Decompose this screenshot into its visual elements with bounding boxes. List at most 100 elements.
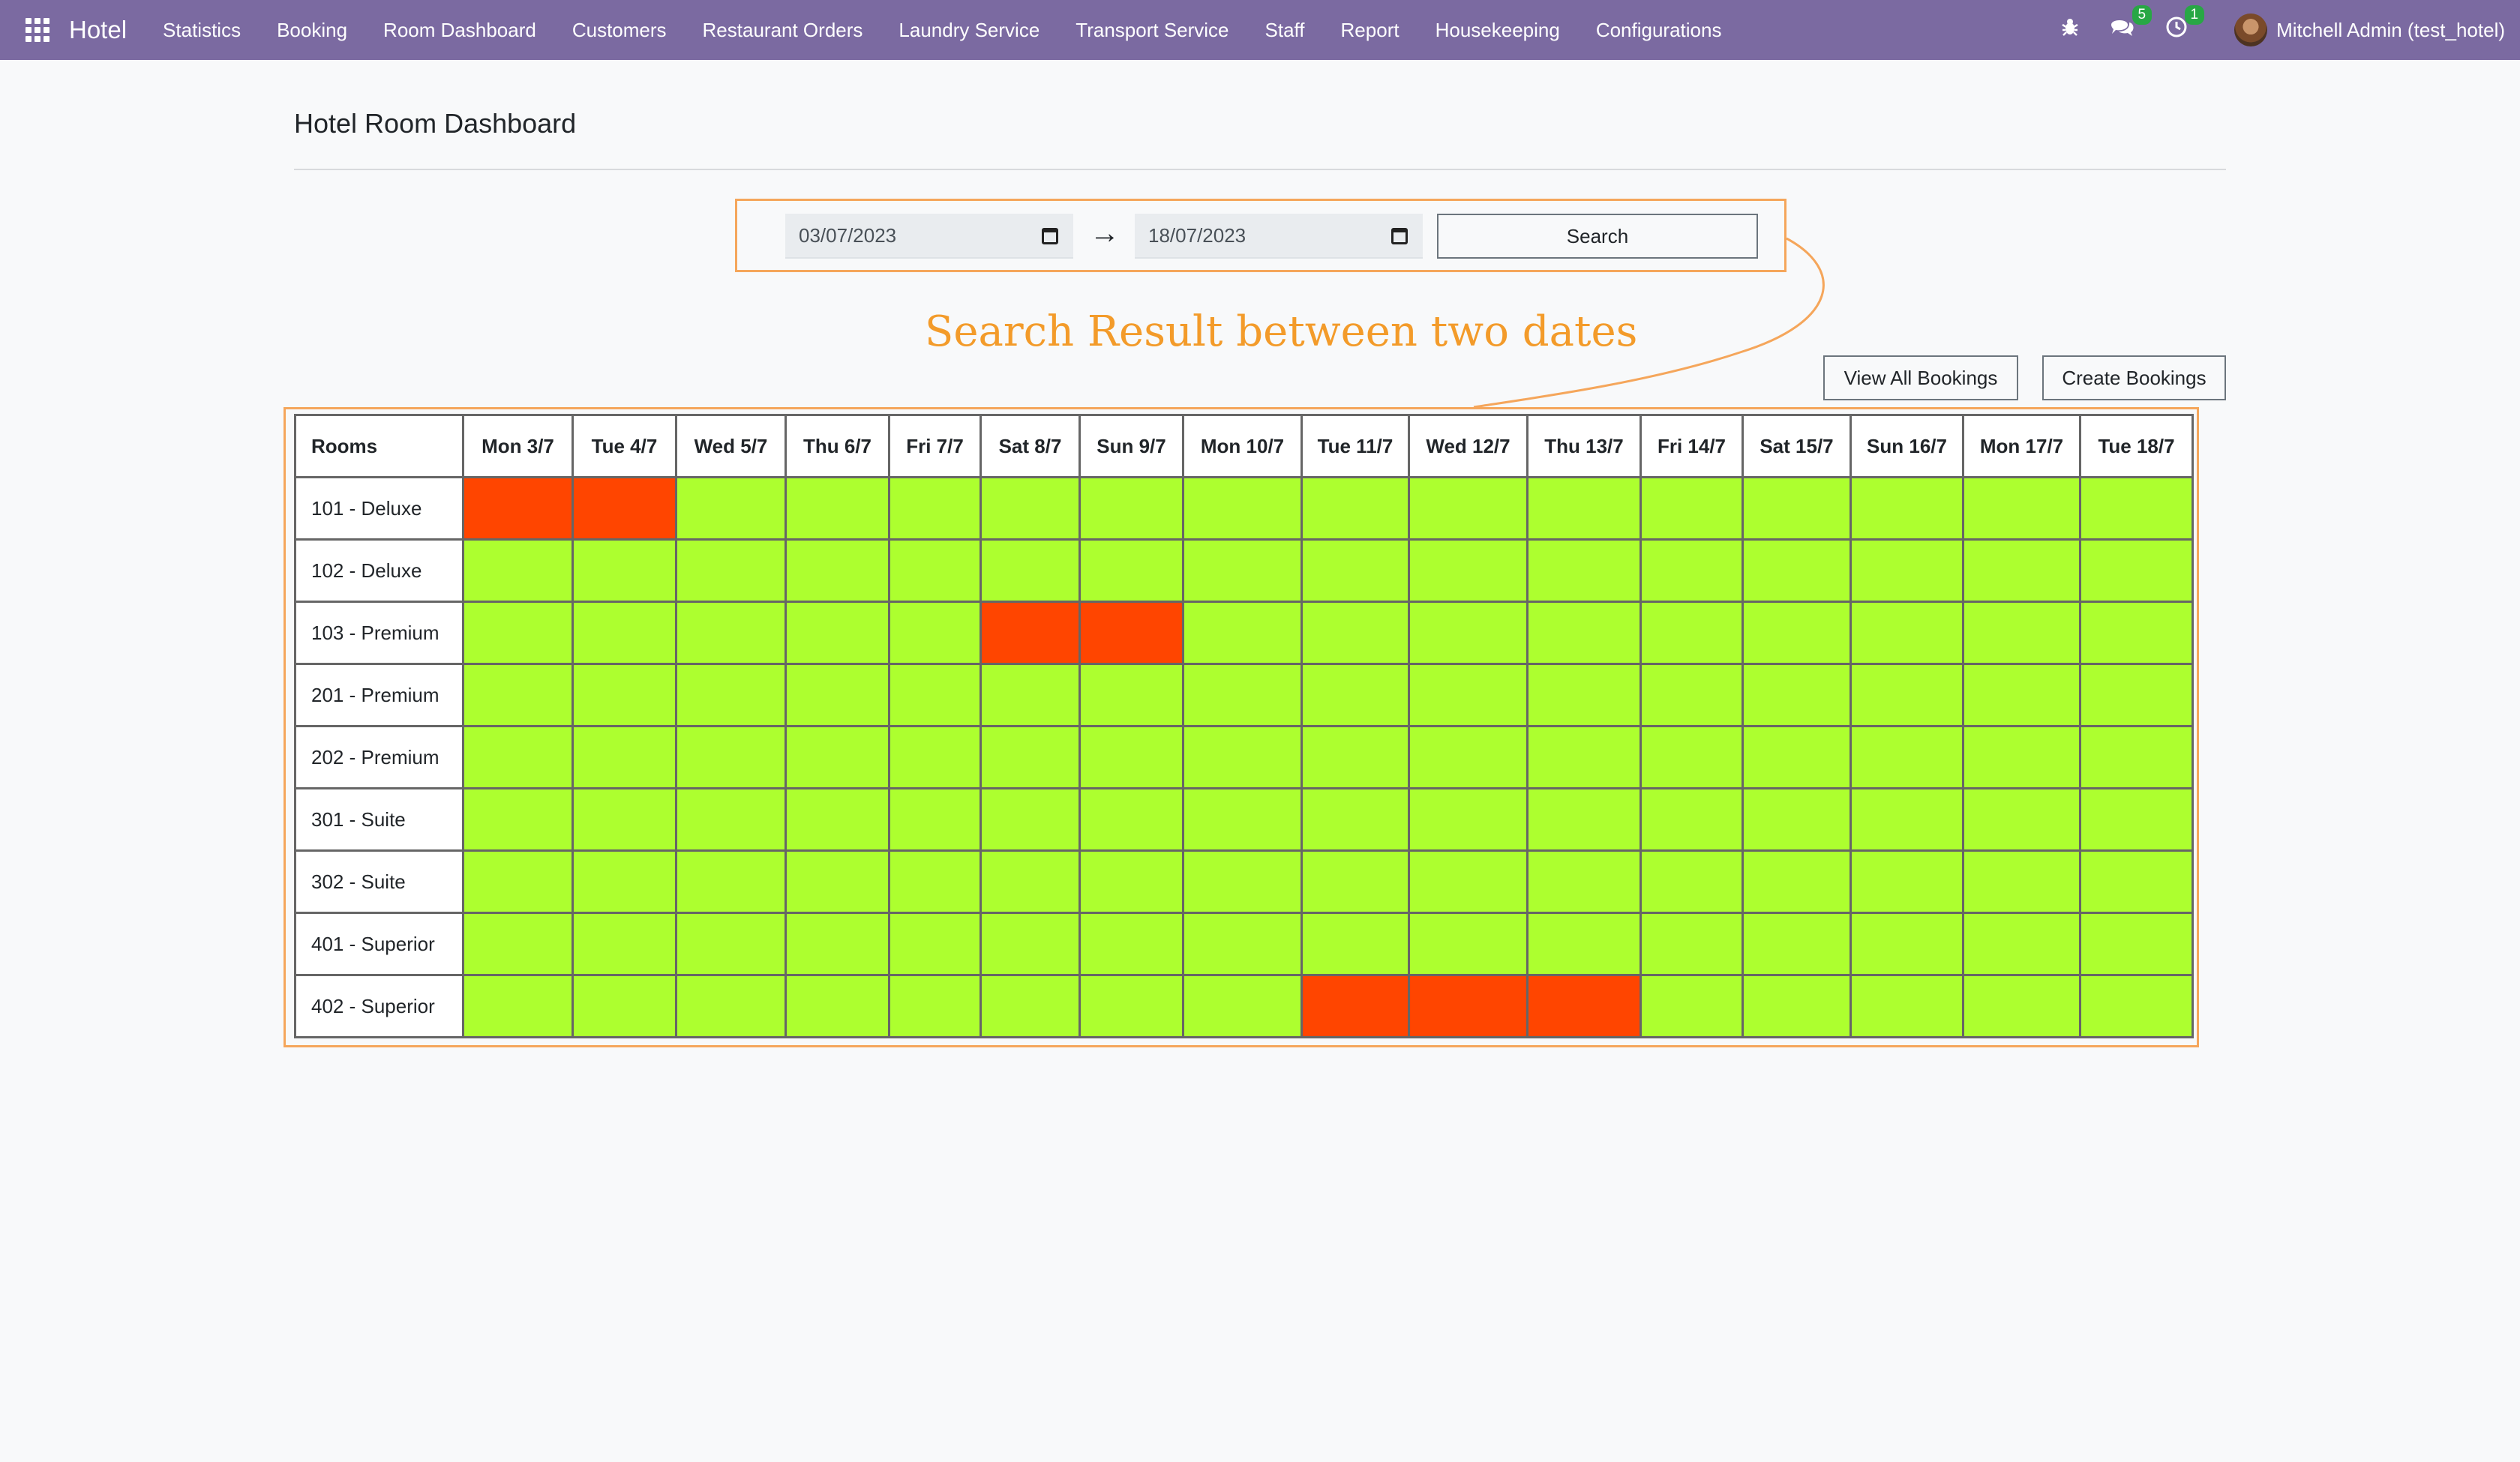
apps-menu-icon[interactable]: [26, 18, 50, 42]
available-day-cell[interactable]: [1408, 912, 1528, 976]
available-day-cell[interactable]: [2079, 725, 2194, 789]
menu-booking[interactable]: Booking: [259, 19, 365, 42]
available-day-cell[interactable]: [462, 787, 574, 852]
available-day-cell[interactable]: [784, 663, 890, 727]
available-day-cell[interactable]: [1526, 601, 1642, 665]
available-day-cell[interactable]: [1182, 787, 1303, 852]
available-day-cell[interactable]: [1742, 601, 1852, 665]
available-day-cell[interactable]: [1742, 476, 1852, 541]
menu-customers[interactable]: Customers: [554, 19, 685, 42]
available-day-cell[interactable]: [1078, 725, 1184, 789]
available-day-cell[interactable]: [1742, 725, 1852, 789]
available-day-cell[interactable]: [2079, 912, 2194, 976]
available-day-cell[interactable]: [784, 476, 890, 541]
menu-statistics[interactable]: Statistics: [145, 19, 259, 42]
available-day-cell[interactable]: [1300, 663, 1410, 727]
calendar-icon[interactable]: [1042, 228, 1058, 244]
available-day-cell[interactable]: [1850, 849, 1964, 914]
available-day-cell[interactable]: [1640, 849, 1744, 914]
available-day-cell[interactable]: [980, 912, 1081, 976]
available-day-cell[interactable]: [980, 849, 1081, 914]
available-day-cell[interactable]: [1526, 849, 1642, 914]
available-day-cell[interactable]: [1640, 538, 1744, 603]
available-day-cell[interactable]: [1962, 849, 2081, 914]
available-day-cell[interactable]: [980, 538, 1081, 603]
create-bookings-button[interactable]: Create Bookings: [2042, 355, 2226, 400]
user-menu-name[interactable]: Mitchell Admin (test_hotel): [2276, 19, 2505, 42]
available-day-cell[interactable]: [1300, 538, 1410, 603]
available-day-cell[interactable]: [572, 974, 677, 1038]
available-day-cell[interactable]: [980, 974, 1081, 1038]
available-day-cell[interactable]: [784, 538, 890, 603]
user-avatar[interactable]: [2234, 13, 2268, 46]
available-day-cell[interactable]: [2079, 538, 2194, 603]
available-day-cell[interactable]: [675, 849, 787, 914]
available-day-cell[interactable]: [675, 538, 787, 603]
available-day-cell[interactable]: [888, 849, 982, 914]
available-day-cell[interactable]: [1408, 538, 1528, 603]
view-all-bookings-button[interactable]: View All Bookings: [1823, 355, 2018, 400]
available-day-cell[interactable]: [1850, 663, 1964, 727]
available-day-cell[interactable]: [1526, 725, 1642, 789]
menu-configurations[interactable]: Configurations: [1578, 19, 1740, 42]
available-day-cell[interactable]: [1078, 974, 1184, 1038]
available-day-cell[interactable]: [462, 725, 574, 789]
booked-day-cell[interactable]: [1078, 601, 1184, 665]
available-day-cell[interactable]: [675, 974, 787, 1038]
available-day-cell[interactable]: [784, 912, 890, 976]
available-day-cell[interactable]: [1300, 601, 1410, 665]
available-day-cell[interactable]: [1742, 787, 1852, 852]
available-day-cell[interactable]: [1526, 476, 1642, 541]
available-day-cell[interactable]: [1640, 725, 1744, 789]
booked-day-cell[interactable]: [980, 601, 1081, 665]
available-day-cell[interactable]: [1850, 974, 1964, 1038]
menu-room-dashboard[interactable]: Room Dashboard: [365, 19, 554, 42]
available-day-cell[interactable]: [572, 601, 677, 665]
available-day-cell[interactable]: [1078, 476, 1184, 541]
available-day-cell[interactable]: [1640, 601, 1744, 665]
menu-laundry-service[interactable]: Laundry Service: [880, 19, 1058, 42]
available-day-cell[interactable]: [675, 725, 787, 789]
available-day-cell[interactable]: [1182, 601, 1303, 665]
available-day-cell[interactable]: [1408, 601, 1528, 665]
available-day-cell[interactable]: [675, 663, 787, 727]
available-day-cell[interactable]: [888, 787, 982, 852]
available-day-cell[interactable]: [1640, 787, 1744, 852]
available-day-cell[interactable]: [1742, 912, 1852, 976]
available-day-cell[interactable]: [572, 663, 677, 727]
available-day-cell[interactable]: [2079, 787, 2194, 852]
available-day-cell[interactable]: [572, 538, 677, 603]
available-day-cell[interactable]: [572, 787, 677, 852]
available-day-cell[interactable]: [675, 601, 787, 665]
available-day-cell[interactable]: [1850, 601, 1964, 665]
menu-staff[interactable]: Staff: [1247, 19, 1323, 42]
available-day-cell[interactable]: [784, 974, 890, 1038]
booked-day-cell[interactable]: [572, 476, 677, 541]
available-day-cell[interactable]: [1962, 725, 2081, 789]
available-day-cell[interactable]: [1962, 538, 2081, 603]
available-day-cell[interactable]: [1640, 974, 1744, 1038]
available-day-cell[interactable]: [888, 476, 982, 541]
available-day-cell[interactable]: [888, 538, 982, 603]
available-day-cell[interactable]: [1078, 787, 1184, 852]
available-day-cell[interactable]: [1850, 912, 1964, 976]
available-day-cell[interactable]: [1182, 725, 1303, 789]
available-day-cell[interactable]: [980, 787, 1081, 852]
available-day-cell[interactable]: [888, 601, 982, 665]
debug-bug-icon[interactable]: [2060, 17, 2080, 43]
available-day-cell[interactable]: [1182, 849, 1303, 914]
available-day-cell[interactable]: [888, 725, 982, 789]
available-day-cell[interactable]: [1640, 912, 1744, 976]
available-day-cell[interactable]: [462, 663, 574, 727]
available-day-cell[interactable]: [888, 974, 982, 1038]
available-day-cell[interactable]: [1742, 849, 1852, 914]
available-day-cell[interactable]: [1300, 476, 1410, 541]
available-day-cell[interactable]: [572, 849, 677, 914]
available-day-cell[interactable]: [1850, 787, 1964, 852]
available-day-cell[interactable]: [1078, 663, 1184, 727]
available-day-cell[interactable]: [1300, 725, 1410, 789]
available-day-cell[interactable]: [888, 912, 982, 976]
available-day-cell[interactable]: [462, 912, 574, 976]
available-day-cell[interactable]: [1300, 787, 1410, 852]
available-day-cell[interactable]: [675, 787, 787, 852]
